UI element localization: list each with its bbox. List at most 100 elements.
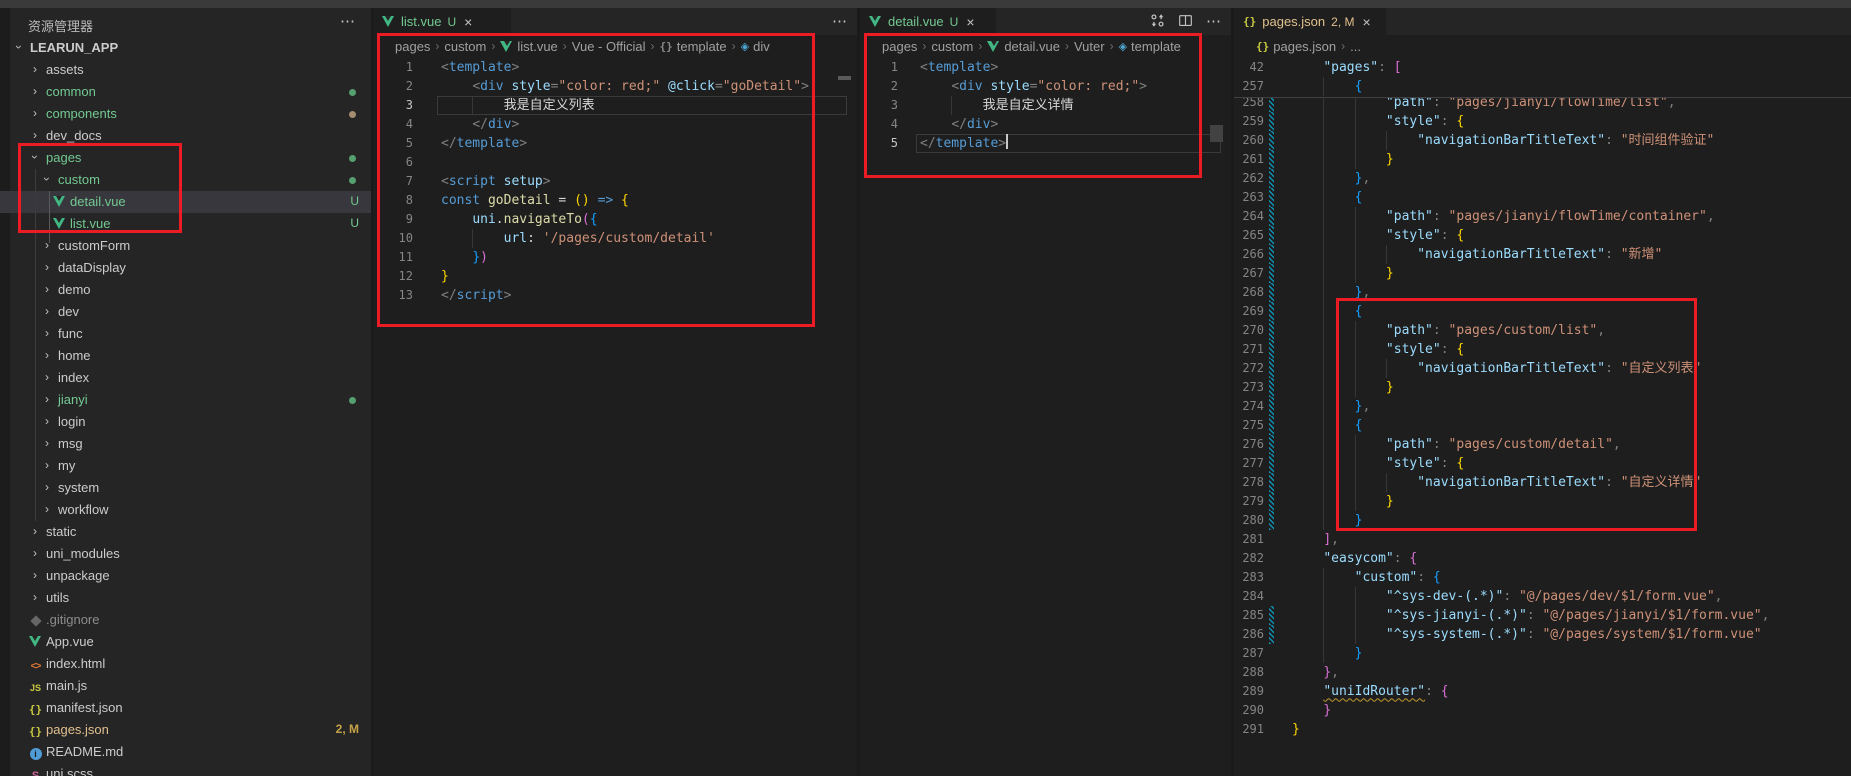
code-line[interactable]: 288 }, bbox=[1234, 663, 1851, 682]
breadcrumb-item--[interactable]: ... bbox=[1350, 39, 1361, 54]
tree-item-demo[interactable]: ›demo bbox=[0, 279, 373, 301]
more-actions-icon[interactable]: ⋯ bbox=[1206, 14, 1221, 29]
tree-item-custom[interactable]: ›custom bbox=[0, 169, 373, 191]
code-line[interactable]: 4 </div> bbox=[373, 115, 857, 134]
code-area-list-vue[interactable]: 1<template>2 <div style="color: red;" @c… bbox=[373, 57, 857, 776]
breadcrumb-item-pages-json[interactable]: {}pages.json bbox=[1256, 39, 1336, 54]
tree-item-login[interactable]: ›login bbox=[0, 411, 373, 433]
tree-item-jianyi[interactable]: ›jianyi bbox=[0, 389, 373, 411]
code-line[interactable]: 4 </div> bbox=[860, 115, 1231, 134]
tree-item-app-vue[interactable]: App.vue bbox=[0, 631, 373, 653]
code-line[interactable]: 273 } bbox=[1234, 378, 1851, 397]
tree-item-static[interactable]: ›static bbox=[0, 521, 373, 543]
more-actions-icon[interactable]: ⋯ bbox=[832, 14, 847, 29]
code-line[interactable]: 284 "^sys-dev-(.*)": "@/pages/dev/$1/for… bbox=[1234, 587, 1851, 606]
breadcrumb-item-pages[interactable]: pages bbox=[882, 39, 917, 54]
code-line[interactable]: 285 "^sys-jianyi-(.*)": "@/pages/jianyi/… bbox=[1234, 606, 1851, 625]
breadcrumb-item-detail-vue[interactable]: detail.vue bbox=[987, 39, 1060, 54]
code-line[interactable]: 9 uni.navigateTo({ bbox=[373, 210, 857, 229]
tree-item-manifest-json[interactable]: {}manifest.json bbox=[0, 697, 373, 719]
code-line[interactable]: 283 "custom": { bbox=[1234, 568, 1851, 587]
breadcrumb-item-template[interactable]: ◈template bbox=[1119, 39, 1181, 54]
tab-detail-vue[interactable]: detail.vueU× bbox=[860, 8, 996, 35]
code-line[interactable]: 265 "style": { bbox=[1234, 226, 1851, 245]
breadcrumb-item-template[interactable]: {}template bbox=[660, 39, 727, 54]
code-line[interactable]: 2 <div style="color: red;" @click="goDet… bbox=[373, 77, 857, 96]
code-line[interactable]: 5</template> bbox=[860, 134, 1231, 153]
code-line[interactable]: 267 } bbox=[1234, 264, 1851, 283]
code-line[interactable]: 5</template> bbox=[373, 134, 857, 153]
code-line[interactable]: 269 { bbox=[1234, 302, 1851, 321]
code-line[interactable]: 258 "path": "pages/jianyi/flowTime/list"… bbox=[1234, 98, 1851, 112]
code-line[interactable]: 275 { bbox=[1234, 416, 1851, 435]
breadcrumb-item-vuter[interactable]: Vuter bbox=[1074, 39, 1105, 54]
code-line[interactable]: 10 url: '/pages/custom/detail' bbox=[373, 229, 857, 248]
close-icon[interactable]: × bbox=[966, 14, 974, 30]
code-line[interactable]: 7<script setup> bbox=[373, 172, 857, 191]
tree-item-msg[interactable]: ›msg bbox=[0, 433, 373, 455]
tab-pages-json[interactable]: {}pages.json2, M× bbox=[1234, 8, 1386, 35]
code-line[interactable]: 281 ], bbox=[1234, 530, 1851, 549]
code-line[interactable]: 272 "navigationBarTitleText": "自定义列表" bbox=[1234, 359, 1851, 378]
scrollbar-thumb[interactable] bbox=[1210, 125, 1223, 142]
split-editor-icon[interactable] bbox=[1178, 13, 1193, 31]
tree-item-datadisplay[interactable]: ›dataDisplay bbox=[0, 257, 373, 279]
close-icon[interactable]: × bbox=[1362, 14, 1370, 30]
tree-item-list-vue[interactable]: list.vueU bbox=[0, 213, 373, 235]
code-line[interactable]: 290 } bbox=[1234, 701, 1851, 720]
tree-item-func[interactable]: ›func bbox=[0, 323, 373, 345]
code-area-detail-vue[interactable]: 1<template>2 <div style="color: red;">3 … bbox=[860, 57, 1231, 776]
overview-ruler-marker[interactable] bbox=[838, 76, 851, 80]
tab-list-vue[interactable]: list.vueU× bbox=[373, 8, 511, 35]
code-line[interactable]: 291} bbox=[1234, 720, 1851, 739]
code-line[interactable]: 260 "navigationBarTitleText": "时间组件验证" bbox=[1234, 131, 1851, 150]
code-line[interactable]: 11 }) bbox=[373, 248, 857, 267]
code-line[interactable]: 271 "style": { bbox=[1234, 340, 1851, 359]
code-line[interactable]: 1<template> bbox=[373, 58, 857, 77]
code-line[interactable]: 286 "^sys-system-(.*)": "@/pages/system/… bbox=[1234, 625, 1851, 644]
code-line[interactable]: 261 } bbox=[1234, 150, 1851, 169]
tree-item-learun-app[interactable]: ›LEARUN_APP bbox=[0, 37, 373, 59]
tree-item-workflow[interactable]: ›workflow bbox=[0, 499, 373, 521]
code-line[interactable]: 266 "navigationBarTitleText": "新增" bbox=[1234, 245, 1851, 264]
tree-item-customform[interactable]: ›customForm bbox=[0, 235, 373, 257]
code-line[interactable]: 277 "style": { bbox=[1234, 454, 1851, 473]
code-line[interactable]: 3 我是自定义列表 bbox=[373, 96, 857, 115]
tree-item-pages-json[interactable]: {}pages.json2, M bbox=[0, 719, 373, 741]
breadcrumb-item-custom[interactable]: custom bbox=[444, 39, 486, 54]
code-line[interactable]: 263 { bbox=[1234, 188, 1851, 207]
tree-item-detail-vue[interactable]: detail.vueU bbox=[0, 191, 373, 213]
breadcrumb-item-custom[interactable]: custom bbox=[931, 39, 973, 54]
code-line[interactable]: 12} bbox=[373, 267, 857, 286]
code-line[interactable]: 8const goDetail = () => { bbox=[373, 191, 857, 210]
code-line[interactable]: 6 bbox=[373, 153, 857, 172]
tree-item-uni-modules[interactable]: ›uni_modules bbox=[0, 543, 373, 565]
tree-item-uni-scss[interactable]: Suni.scss bbox=[0, 763, 373, 776]
code-line[interactable]: 259 "style": { bbox=[1234, 112, 1851, 131]
tree-item-index[interactable]: ›index bbox=[0, 367, 373, 389]
code-line[interactable]: 1<template> bbox=[860, 58, 1231, 77]
tree-item-dev[interactable]: ›dev bbox=[0, 301, 373, 323]
open-changes-icon[interactable] bbox=[1150, 13, 1165, 31]
breadcrumb-item-vue-official[interactable]: Vue - Official bbox=[572, 39, 646, 54]
code-area-pages-json[interactable]: 42 "pages": [257 {258 "path": "pages/jia… bbox=[1234, 57, 1851, 776]
code-line[interactable]: 282 "easycom": { bbox=[1234, 549, 1851, 568]
code-line[interactable]: 257 { bbox=[1234, 77, 1851, 96]
code-line[interactable]: 279 } bbox=[1234, 492, 1851, 511]
tree-item-common[interactable]: ›common bbox=[0, 81, 373, 103]
code-line[interactable]: 13</script> bbox=[373, 286, 857, 305]
code-line[interactable]: 264 "path": "pages/jianyi/flowTime/conta… bbox=[1234, 207, 1851, 226]
tree-item-system[interactable]: ›system bbox=[0, 477, 373, 499]
code-line[interactable]: 3 我是自定义详情 bbox=[860, 96, 1231, 115]
tree-item-unpackage[interactable]: ›unpackage bbox=[0, 565, 373, 587]
tree-item-readme-md[interactable]: iREADME.md bbox=[0, 741, 373, 763]
tree-item-home[interactable]: ›home bbox=[0, 345, 373, 367]
code-line[interactable]: 278 "navigationBarTitleText": "自定义详情" bbox=[1234, 473, 1851, 492]
breadcrumb-item-pages[interactable]: pages bbox=[395, 39, 430, 54]
code-line[interactable]: 280 } bbox=[1234, 511, 1851, 530]
tree-item-assets[interactable]: ›assets bbox=[0, 59, 373, 81]
tree-item-my[interactable]: ›my bbox=[0, 455, 373, 477]
code-line[interactable]: 289 "uniIdRouter": { bbox=[1234, 682, 1851, 701]
tree-item-index-html[interactable]: <>index.html bbox=[0, 653, 373, 675]
more-actions-icon[interactable]: ⋯ bbox=[340, 12, 355, 30]
